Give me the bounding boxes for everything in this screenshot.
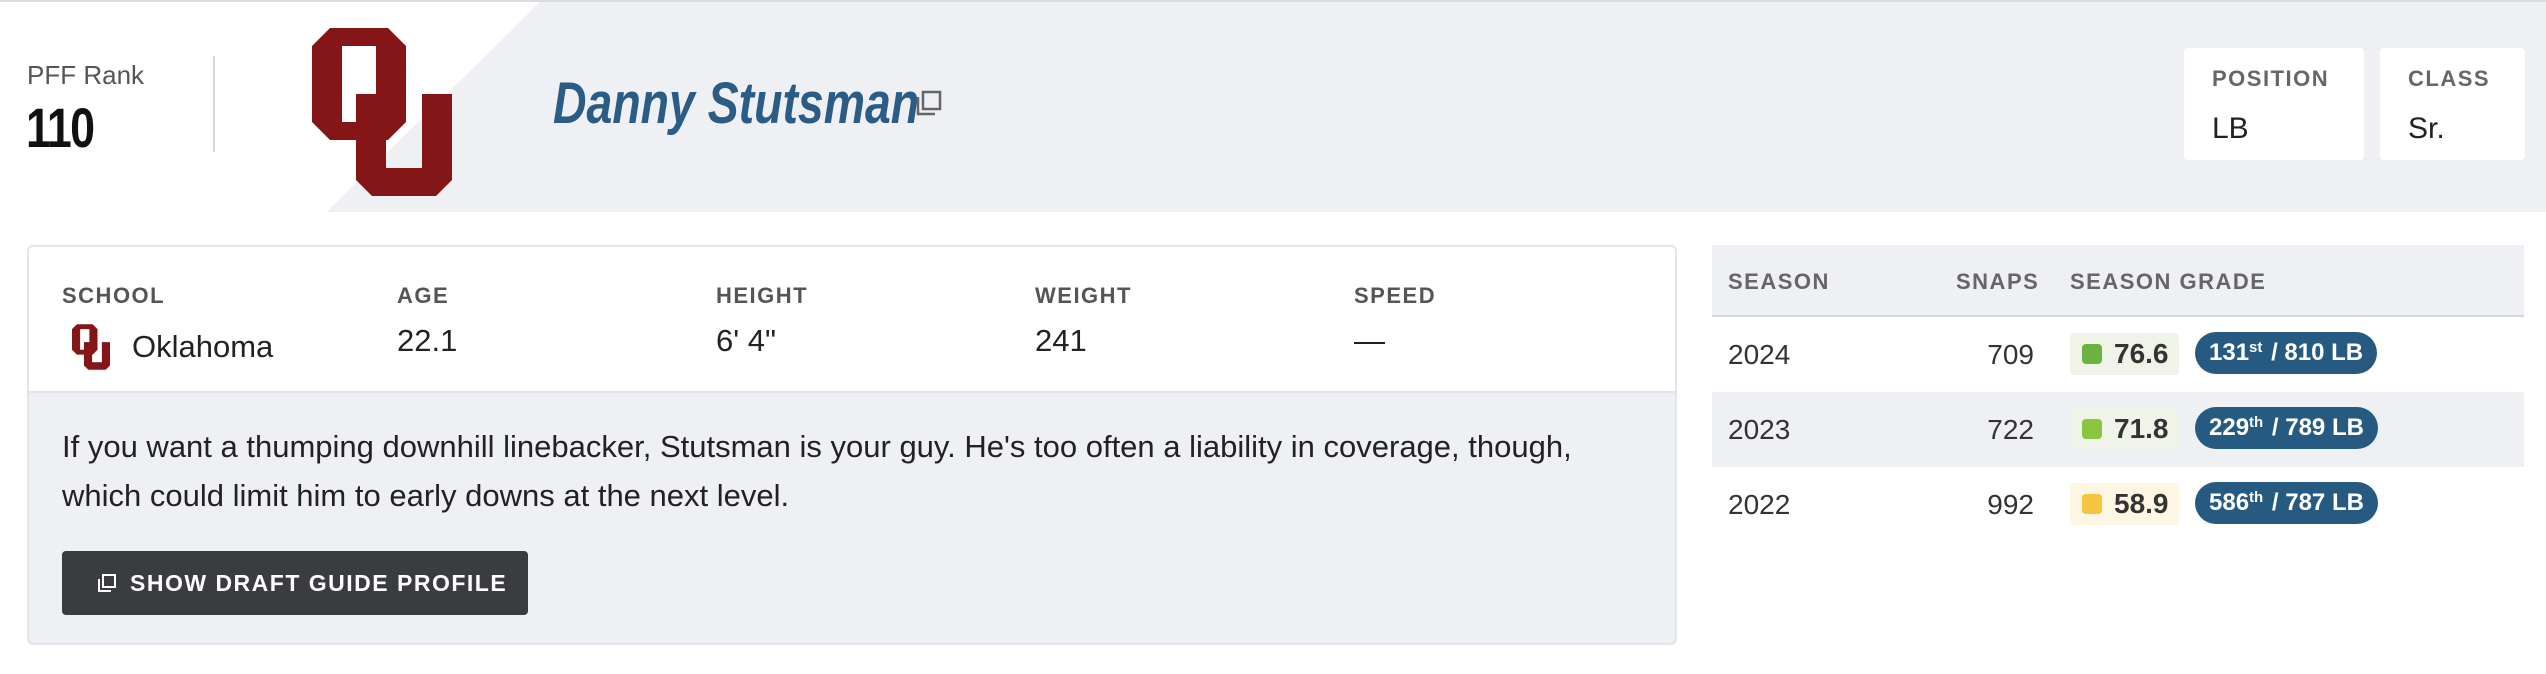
snaps-header[interactable]: SNAPS: [1956, 269, 2038, 295]
rank-badge: 586th / 787 LB: [2195, 482, 2378, 524]
grade-badge: 76.6: [2070, 333, 2179, 375]
player-name[interactable]: Danny Stutsman: [553, 70, 919, 137]
rank-suffix: st: [2249, 338, 2263, 356]
season-grade-header[interactable]: SEASON GRADE: [2070, 269, 2266, 295]
grade-value: 58.9: [2114, 488, 2169, 519]
open-profile-icon: [98, 574, 116, 592]
pff-rank-value: 110: [26, 96, 95, 159]
rank-suffix: th: [2249, 488, 2264, 506]
rank-number: 131: [2209, 339, 2250, 366]
position-label: POSITION: [2212, 66, 2330, 91]
age-value: 22.1: [397, 323, 458, 358]
speed-column: SPEED —: [1354, 283, 1436, 359]
class-label: CLASS: [2408, 66, 2491, 91]
weight-column: WEIGHT 241: [1035, 283, 1132, 359]
position-value: LB: [2212, 112, 2249, 145]
grade-value: 76.6: [2114, 338, 2169, 369]
speed-label: SPEED: [1354, 283, 1437, 308]
age-label: AGE: [397, 283, 450, 308]
school-value[interactable]: Oklahoma: [132, 329, 273, 365]
school-label: SCHOOL: [62, 283, 166, 308]
height-column: HEIGHT 6' 4": [716, 283, 808, 359]
table-header: SEASON SNAPS SEASON GRADE: [1712, 245, 2524, 317]
grade-value: 71.8: [2114, 413, 2169, 444]
age-column: AGE 22.1: [397, 283, 457, 359]
grade-color-swatch: [2082, 419, 2102, 439]
class-value: Sr.: [2408, 112, 2445, 145]
rank-divider: [213, 56, 215, 152]
table-row: 2024 709 76.6 131st / 810 LB: [1712, 317, 2524, 392]
snaps-cell: 709: [1987, 339, 2034, 370]
season-header[interactable]: SEASON: [1728, 269, 1830, 295]
grade-color-swatch: [2082, 494, 2102, 514]
profile-button-label: SHOW DRAFT GUIDE PROFILE: [130, 569, 508, 596]
position-box: POSITION LB: [2184, 48, 2364, 160]
school-column: SCHOOL Oklahoma: [62, 283, 273, 371]
rank-number: 229: [2209, 414, 2250, 441]
rank-total: / 810 LB: [2271, 339, 2364, 366]
oklahoma-logo-icon: [312, 28, 452, 196]
school-value-row: Oklahoma: [62, 323, 273, 371]
season-grades-table: SEASON SNAPS SEASON GRADE 2024 709 76.6 …: [1712, 245, 2524, 645]
weight-label: WEIGHT: [1035, 283, 1132, 308]
rank-total: / 789 LB: [2271, 414, 2364, 441]
rank-total: / 787 LB: [2271, 489, 2364, 516]
snaps-cell: 722: [1987, 414, 2034, 445]
rank-badge: 229th / 789 LB: [2195, 407, 2378, 449]
grade-color-swatch: [2082, 344, 2102, 364]
pff-rank-label: PFF Rank: [27, 60, 145, 90]
season-cell: 2022: [1728, 489, 1791, 520]
oklahoma-small-logo-icon: [72, 324, 110, 370]
height-label: HEIGHT: [716, 283, 809, 308]
class-box: CLASS Sr.: [2380, 48, 2525, 160]
table-row: 2023 722 71.8 229th / 789 LB: [1712, 392, 2524, 467]
player-info-card: SCHOOL Oklahoma AGE 22.1 HEIGHT 6' 4" WE…: [27, 245, 1677, 645]
snaps-cell: 992: [1987, 489, 2034, 520]
rank-number: 586: [2209, 489, 2250, 516]
grade-badge: 58.9: [2070, 483, 2179, 525]
height-value: 6' 4": [716, 323, 777, 358]
grade-badge: 71.8: [2070, 408, 2179, 450]
external-link-icon[interactable]: [914, 88, 944, 118]
rank-badge: 131st / 810 LB: [2195, 332, 2378, 374]
season-cell: 2023: [1728, 414, 1791, 445]
player-vitals: SCHOOL Oklahoma AGE 22.1 HEIGHT 6' 4" WE…: [29, 247, 1675, 393]
speed-value: —: [1354, 323, 1385, 358]
show-draft-guide-profile-button[interactable]: SHOW DRAFT GUIDE PROFILE: [62, 551, 528, 615]
rank-suffix: th: [2249, 413, 2264, 431]
table-row: 2022 992 58.9 586th / 787 LB: [1712, 467, 2524, 542]
season-cell: 2024: [1728, 339, 1791, 370]
weight-value: 241: [1035, 323, 1087, 358]
player-summary: If you want a thumping downhill lineback…: [62, 429, 1572, 513]
